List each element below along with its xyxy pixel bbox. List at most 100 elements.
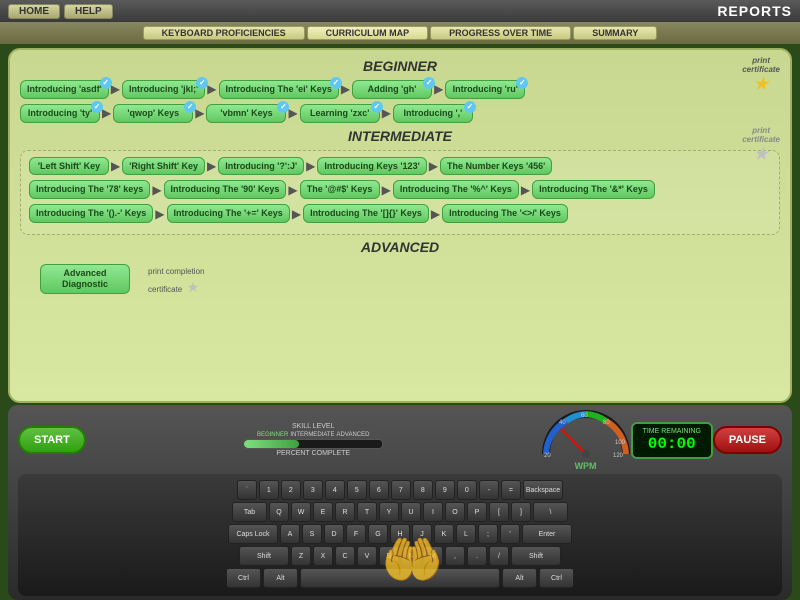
lesson-at-hash[interactable]: The '@#$' Keys [300, 180, 380, 199]
key-equals[interactable]: = [501, 480, 521, 500]
lesson-left-shift[interactable]: 'Left Shift' Key [29, 157, 109, 176]
key-f[interactable]: F [346, 524, 366, 544]
key-l[interactable]: L [456, 524, 476, 544]
lesson-ampersand[interactable]: Introducing The '&*' Keys [532, 180, 655, 199]
lesson-advanced-diagnostic[interactable]: AdvancedDiagnostic [40, 264, 130, 294]
lesson-vbmn[interactable]: 'vbmn' Keys [206, 104, 286, 123]
beginner-print-cert[interactable]: printcertificate ★ [742, 56, 780, 94]
lesson-comma[interactable]: Introducing ',' [393, 104, 473, 123]
key-minus[interactable]: - [479, 480, 499, 500]
key-h[interactable]: H [390, 524, 410, 544]
key-9[interactable]: 9 [435, 480, 455, 500]
lesson-123[interactable]: Introducing Keys '123' [317, 157, 426, 176]
lesson-plus-eq[interactable]: Introducing The '+=' Keys [167, 204, 290, 223]
beginner-star-icon: ★ [742, 74, 780, 94]
key-n[interactable]: N [401, 546, 421, 566]
key-rbracket[interactable]: ] [511, 502, 531, 522]
key-right-alt[interactable]: Alt [502, 568, 537, 588]
key-6[interactable]: 6 [369, 480, 389, 500]
tab-summary[interactable]: SUMMARY [573, 26, 657, 40]
key-c[interactable]: C [335, 546, 355, 566]
key-right-ctrl[interactable]: Ctrl [539, 568, 574, 588]
key-s[interactable]: S [302, 524, 322, 544]
skill-advanced-label: ADVANCED [337, 432, 370, 438]
key-x[interactable]: X [313, 546, 333, 566]
key-d[interactable]: D [324, 524, 344, 544]
key-e[interactable]: E [313, 502, 333, 522]
start-button[interactable]: START [18, 426, 86, 454]
key-backspace[interactable]: Backspace [523, 480, 563, 500]
key-left-alt[interactable]: Alt [263, 568, 298, 588]
beginner-title: BEGINNER printcertificate ★ [20, 58, 780, 74]
key-q[interactable]: Q [269, 502, 289, 522]
tab-keyboard-proficiencies[interactable]: KEYBOARD PROFICIENCIES [143, 26, 305, 40]
key-t[interactable]: T [357, 502, 377, 522]
lesson-zxc[interactable]: Learning 'zxc' [300, 104, 380, 123]
key-8[interactable]: 8 [413, 480, 433, 500]
key-backslash[interactable]: \ [533, 502, 568, 522]
lesson-jkl[interactable]: Introducing 'jkl;' [122, 80, 205, 99]
lesson-qwop[interactable]: 'qwop' Keys [113, 104, 193, 123]
key-b[interactable]: B [379, 546, 399, 566]
key-3[interactable]: 3 [303, 480, 323, 500]
lesson-456[interactable]: The Number Keys '456' [440, 157, 552, 176]
key-enter[interactable]: Enter [522, 524, 572, 544]
key-k[interactable]: K [434, 524, 454, 544]
home-button[interactable]: HOME [8, 4, 60, 19]
lesson-angle[interactable]: Introducing The '<>/' Keys [442, 204, 568, 223]
lesson-question[interactable]: Introducing '?':J' [218, 157, 304, 176]
page-title: REPORTS [717, 3, 792, 19]
key-slash[interactable]: / [489, 546, 509, 566]
lesson-ty[interactable]: Introducing 'ty' [20, 104, 100, 123]
lesson-78[interactable]: Introducing The '78' keys [29, 180, 150, 199]
key-2[interactable]: 2 [281, 480, 301, 500]
key-space[interactable] [300, 568, 500, 588]
key-p[interactable]: P [467, 502, 487, 522]
key-4[interactable]: 4 [325, 480, 345, 500]
lesson-parens[interactable]: Introducing The '().-' Keys [29, 204, 153, 223]
lesson-percent[interactable]: Introducing The '%^' Keys [393, 180, 519, 199]
lesson-brackets[interactable]: Introducing The '[]{}' Keys [303, 204, 429, 223]
wpm-label: WPM [575, 461, 597, 471]
tab-curriculum-map[interactable]: CURRICULUM MAP [307, 26, 429, 40]
lesson-ru[interactable]: Introducing 'ru' [445, 80, 525, 99]
key-right-shift[interactable]: Shift [511, 546, 561, 566]
key-i[interactable]: I [423, 502, 443, 522]
key-a[interactable]: A [280, 524, 300, 544]
key-period[interactable]: . [467, 546, 487, 566]
lesson-90[interactable]: Introducing The '90' Keys [164, 180, 287, 199]
key-j[interactable]: J [412, 524, 432, 544]
pause-button[interactable]: PAUSE [713, 426, 782, 454]
key-semicolon[interactable]: ; [478, 524, 498, 544]
key-caps-lock[interactable]: Caps Lock [228, 524, 278, 544]
key-lbracket[interactable]: [ [489, 502, 509, 522]
key-o[interactable]: O [445, 502, 465, 522]
key-comma[interactable]: , [445, 546, 465, 566]
key-left-shift[interactable]: Shift [239, 546, 289, 566]
lesson-gh[interactable]: Adding 'gh' [352, 80, 432, 99]
arrow-icon: ▶ [288, 183, 297, 197]
help-button[interactable]: HELP [64, 4, 113, 19]
key-v[interactable]: V [357, 546, 377, 566]
key-m[interactable]: M [423, 546, 443, 566]
key-5[interactable]: 5 [347, 480, 367, 500]
lesson-ei[interactable]: Introducing The 'ei' Keys [219, 80, 339, 99]
key-g[interactable]: G [368, 524, 388, 544]
lesson-asdf[interactable]: Introducing 'asdf' [20, 80, 109, 99]
key-tab[interactable]: Tab [232, 502, 267, 522]
key-r[interactable]: R [335, 502, 355, 522]
key-backtick[interactable]: ` [237, 480, 257, 500]
lesson-right-shift[interactable]: 'Right Shift' Key [122, 157, 205, 176]
key-1[interactable]: 1 [259, 480, 279, 500]
key-y[interactable]: Y [379, 502, 399, 522]
key-7[interactable]: 7 [391, 480, 411, 500]
key-left-ctrl[interactable]: Ctrl [226, 568, 261, 588]
key-0[interactable]: 0 [457, 480, 477, 500]
tab-progress-over-time[interactable]: PROGRESS OVER TIME [430, 26, 571, 40]
key-w[interactable]: W [291, 502, 311, 522]
key-quote[interactable]: ' [500, 524, 520, 544]
arrow-icon: ▶ [111, 159, 120, 173]
key-z[interactable]: Z [291, 546, 311, 566]
key-u[interactable]: U [401, 502, 421, 522]
intermediate-print-cert[interactable]: printcertificate ★ [742, 126, 780, 164]
